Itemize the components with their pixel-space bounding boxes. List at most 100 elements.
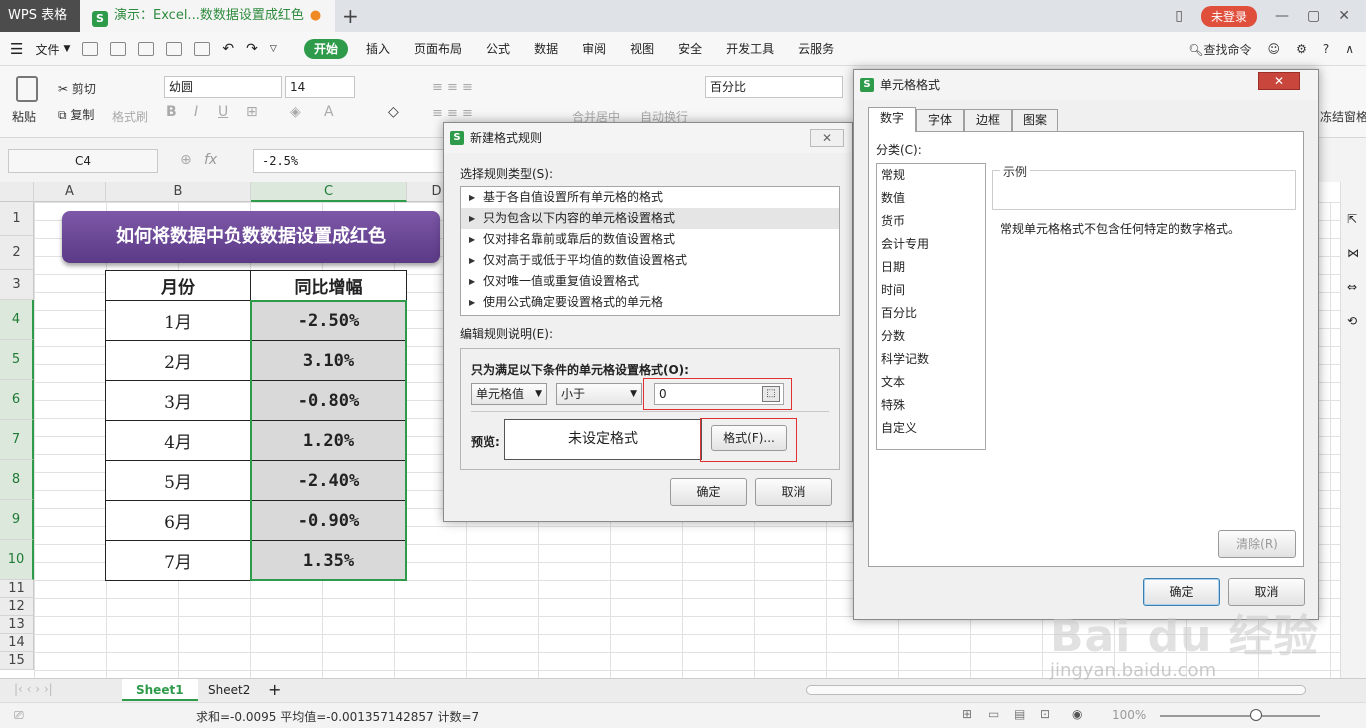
list-item[interactable]: 日期 bbox=[877, 256, 985, 279]
save-icon[interactable] bbox=[110, 42, 127, 56]
cell-growth[interactable]: -0.80% bbox=[250, 380, 407, 421]
hamburger-icon[interactable]: ☰ bbox=[10, 40, 23, 58]
page-layout-view-icon[interactable]: ▭ bbox=[988, 707, 999, 721]
tab-developer[interactable]: 开发工具 bbox=[714, 32, 786, 66]
tablet-mode-icon[interactable]: ▯ bbox=[1175, 8, 1183, 24]
quick-access-more-icon[interactable]: ▽ bbox=[270, 44, 277, 54]
name-box[interactable]: C4 bbox=[8, 149, 158, 173]
tab-font[interactable]: 字体 bbox=[916, 109, 964, 131]
close-icon[interactable]: ✕ bbox=[1258, 72, 1300, 90]
list-item[interactable]: 常规 bbox=[877, 164, 985, 187]
cell-growth[interactable]: 1.35% bbox=[250, 540, 407, 581]
help-icon[interactable]: ? bbox=[1323, 42, 1329, 56]
sheet-tab-sheet1[interactable]: Sheet1 bbox=[122, 679, 198, 701]
condition-operator-select[interactable]: 小于 ▼ bbox=[556, 383, 642, 405]
tab-border[interactable]: 边框 bbox=[964, 109, 1012, 131]
page-break-view-icon[interactable]: ▤ bbox=[1014, 707, 1025, 721]
record-macro-icon[interactable]: ⎚ bbox=[14, 708, 24, 723]
title-banner[interactable]: 如何将数据中负数数据设置成红色 bbox=[62, 211, 440, 263]
list-item[interactable]: 货币 bbox=[877, 210, 985, 233]
tab-security[interactable]: 安全 bbox=[666, 32, 714, 66]
row-header-11[interactable]: 11 bbox=[0, 580, 34, 598]
settings-icon[interactable]: ⚙ bbox=[1296, 42, 1307, 56]
condition-field-select[interactable]: 单元格值 ▼ bbox=[471, 383, 547, 405]
rule-type-list[interactable]: 基于各自值设置所有单元格的格式 只为包含以下内容的单元格设置格式 仅对排名靠前或… bbox=[460, 186, 840, 316]
column-header-a[interactable]: A bbox=[34, 182, 106, 202]
dialog-title-bar[interactable]: S 新建格式规则 ✕ bbox=[444, 123, 852, 153]
row-header-6[interactable]: 6 bbox=[0, 380, 34, 420]
cell-growth[interactable]: -2.40% bbox=[250, 460, 407, 501]
zoom-slider-handle[interactable] bbox=[1250, 709, 1262, 721]
tab-cloud[interactable]: 云服务 bbox=[786, 32, 846, 66]
cell-month[interactable]: 2月 bbox=[105, 340, 251, 381]
cell-month[interactable]: 4月 bbox=[105, 420, 251, 461]
list-item[interactable]: 时间 bbox=[877, 279, 985, 302]
row-header-10[interactable]: 10 bbox=[0, 540, 34, 580]
column-header-c[interactable]: C bbox=[251, 182, 407, 202]
tab-home[interactable]: 开始 bbox=[304, 39, 349, 59]
normal-view-icon[interactable]: ⊞ bbox=[962, 707, 972, 721]
number-format-select[interactable]: 百分比 bbox=[705, 76, 843, 98]
open-icon[interactable] bbox=[82, 42, 99, 56]
header-yoy-growth[interactable]: 同比增幅 bbox=[250, 270, 407, 301]
underline-icon[interactable]: U bbox=[218, 104, 228, 120]
column-header-b[interactable]: B bbox=[106, 182, 251, 202]
list-item[interactable]: 基于各自值设置所有单元格的格式 bbox=[461, 187, 839, 208]
cell-growth[interactable]: -0.90% bbox=[250, 500, 407, 541]
history-icon[interactable]: ⟲ bbox=[1347, 314, 1357, 328]
sheet-tab-sheet2[interactable]: Sheet2 bbox=[194, 679, 264, 701]
cell-month[interactable]: 3月 bbox=[105, 380, 251, 421]
minimize-icon[interactable]: — bbox=[1275, 8, 1289, 24]
row-header-8[interactable]: 8 bbox=[0, 460, 34, 500]
cell-month[interactable]: 1月 bbox=[105, 300, 251, 341]
list-item[interactable]: 自定义 bbox=[877, 417, 985, 440]
select-all-corner[interactable] bbox=[0, 182, 34, 202]
list-item[interactable]: 使用公式确定要设置格式的单元格 bbox=[461, 292, 839, 313]
row-header-7[interactable]: 7 bbox=[0, 420, 34, 460]
row-header-1[interactable]: 1 bbox=[0, 202, 34, 236]
zoom-slider[interactable] bbox=[1160, 715, 1320, 717]
close-icon[interactable]: ✕ bbox=[1338, 8, 1350, 24]
cut-button[interactable]: ✂ 剪切 bbox=[58, 80, 96, 97]
tab-data[interactable]: 数据 bbox=[522, 32, 570, 66]
list-item[interactable]: 文本 bbox=[877, 371, 985, 394]
tab-formulas[interactable]: 公式 bbox=[474, 32, 522, 66]
list-item[interactable]: 特殊 bbox=[877, 394, 985, 417]
tab-pattern[interactable]: 图案 bbox=[1012, 109, 1058, 131]
cell-growth[interactable]: 1.20% bbox=[250, 420, 407, 461]
row-header-15[interactable]: 15 bbox=[0, 652, 34, 670]
sheet-nav-icon[interactable]: |‹ ‹ › ›| bbox=[14, 682, 53, 696]
cell-growth[interactable]: -2.50% bbox=[250, 300, 407, 341]
row-header-2[interactable]: 2 bbox=[0, 236, 34, 270]
category-list[interactable]: 常规 数值 货币 会计专用 日期 时间 百分比 分数 科学记数 文本 特殊 自定… bbox=[876, 163, 986, 450]
fill-color-icon[interactable]: ◈ bbox=[290, 104, 301, 120]
italic-icon[interactable]: I bbox=[194, 104, 198, 120]
font-size-select[interactable]: 14 bbox=[285, 76, 355, 98]
border-icon[interactable]: ⊞ bbox=[246, 104, 258, 120]
freeze-panes-button[interactable]: 冻结窗格 bbox=[1320, 108, 1366, 125]
font-color-icon[interactable]: A bbox=[324, 104, 334, 120]
file-menu[interactable]: 文件 bbox=[35, 41, 59, 58]
cell-growth[interactable]: 3.10% bbox=[250, 340, 407, 381]
row-header-9[interactable]: 9 bbox=[0, 500, 34, 540]
ok-button[interactable]: 确定 bbox=[670, 478, 747, 506]
cancel-button[interactable]: 取消 bbox=[755, 478, 832, 506]
maximize-icon[interactable]: ▢ bbox=[1307, 8, 1320, 24]
paste-button[interactable]: 粘贴 bbox=[12, 108, 36, 125]
align-top-icon[interactable]: ≡ ≡ ≡ bbox=[432, 80, 473, 95]
cell-month[interactable]: 7月 bbox=[105, 540, 251, 581]
clear-format-icon[interactable]: ◇ bbox=[388, 104, 399, 120]
export-icon[interactable] bbox=[138, 42, 155, 56]
tab-insert[interactable]: 插入 bbox=[354, 32, 402, 66]
header-month[interactable]: 月份 bbox=[105, 270, 251, 301]
copy-button[interactable]: ⧉ 复制 bbox=[58, 106, 94, 123]
row-header-13[interactable]: 13 bbox=[0, 616, 34, 634]
formula-input[interactable]: -2.5% bbox=[253, 149, 453, 173]
horizontal-scrollbar[interactable] bbox=[806, 685, 1306, 695]
tab-view[interactable]: 视图 bbox=[618, 32, 666, 66]
font-name-select[interactable]: 幼圆 bbox=[164, 76, 282, 98]
list-item[interactable]: 仅对排名靠前或靠后的数值设置格式 bbox=[461, 229, 839, 250]
undo-icon[interactable]: ↶ bbox=[222, 41, 234, 57]
zoom-search-icon[interactable]: ⊕ bbox=[180, 152, 192, 168]
list-item[interactable]: 会计专用 bbox=[877, 233, 985, 256]
